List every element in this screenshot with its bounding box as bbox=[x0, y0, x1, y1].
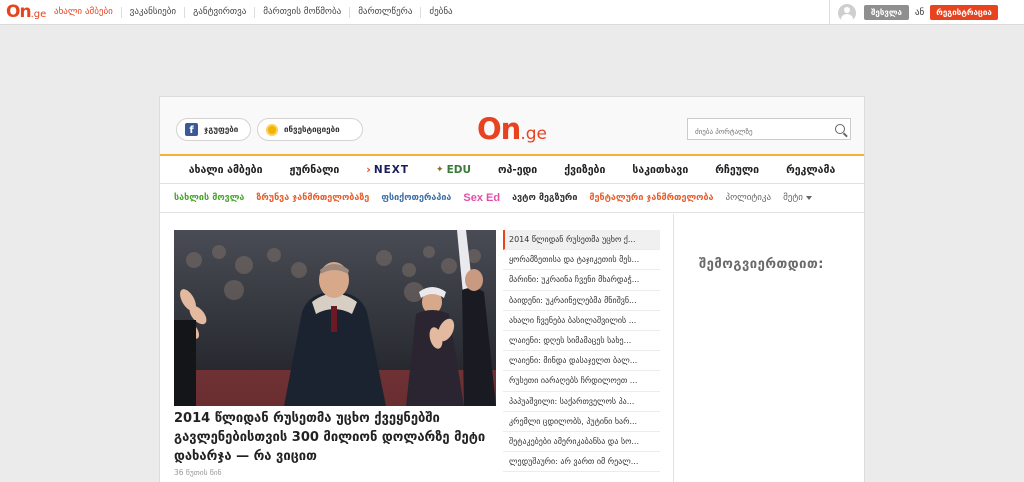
edu-icon: ✦ bbox=[436, 164, 444, 175]
sub-nav-health[interactable]: ზრუნვა ჯანმრთელობაზე bbox=[256, 193, 369, 203]
coin-icon bbox=[266, 123, 278, 136]
top-nav-jobs[interactable]: ვაკანსიები bbox=[122, 7, 186, 18]
facebook-groups-button[interactable]: f ჯგუფები bbox=[176, 118, 251, 141]
news-list-item[interactable]: შეტაკებები ამერიკაბანსა და სო... bbox=[503, 432, 660, 453]
news-list-item[interactable]: მარინი: უკრაინა ჩვენი მხარდაჭ... bbox=[503, 270, 660, 291]
main-nav-news[interactable]: ახალი ამბები bbox=[189, 164, 263, 176]
investments-button[interactable]: ინვესტიციები bbox=[257, 118, 363, 141]
main-nav-next[interactable]: › NEXT bbox=[366, 163, 409, 176]
investments-label: ინვესტიციები bbox=[284, 125, 340, 134]
main-nav-ads[interactable]: რეკლამა bbox=[786, 164, 835, 176]
sub-nav-sex-ed[interactable]: Sex Ed bbox=[463, 192, 500, 204]
featured-timestamp: 36 წუთის წინ bbox=[174, 468, 222, 477]
featured-photo[interactable] bbox=[174, 230, 496, 406]
column-divider bbox=[673, 214, 674, 482]
chevron-right-icon: › bbox=[366, 163, 371, 176]
top-bar: On.ge ახალი ამბები ვაკანსიები განტვირთვა… bbox=[0, 0, 1024, 25]
follow-us-title: შემოგვიერთდით: bbox=[699, 257, 824, 272]
news-list: 2014 წლიდან რუსეთმა უცხო ქ... ყორამზეთის… bbox=[503, 230, 660, 473]
news-list-item[interactable]: ბაიდენი: უკრაინელებმა მნიშვნ... bbox=[503, 291, 660, 311]
search-icon[interactable] bbox=[835, 124, 845, 134]
sub-nav-politics[interactable]: პოლიტიკა bbox=[726, 193, 772, 203]
main-nav-edu[interactable]: ✦ EDU bbox=[436, 164, 471, 176]
search-input[interactable] bbox=[688, 122, 823, 142]
top-nav-license[interactable]: მართვის მოწმობა bbox=[255, 7, 351, 18]
featured-photo-image bbox=[174, 230, 496, 406]
site-header: f ჯგუფები ინვესტიციები On.ge bbox=[160, 97, 864, 154]
top-nav-unload[interactable]: განტვირთვა bbox=[185, 7, 256, 18]
featured-headline[interactable]: 2014 წლიდან რუსეთმა უცხო ქვეყნებში გავლე… bbox=[174, 409, 496, 466]
news-list-item[interactable]: ლაიენი: დღეს სიმამაცეს სახე... bbox=[503, 331, 660, 352]
news-list-item[interactable]: პაპუაშვილი: საქართველოს პა... bbox=[503, 392, 660, 412]
or-text: ან bbox=[914, 7, 925, 18]
main-card: f ჯგუფები ინვესტიციები On.ge ახალი ამბებ… bbox=[159, 96, 865, 482]
news-list-item[interactable]: 2014 წლიდან რუსეთმა უცხო ქ... bbox=[503, 230, 660, 251]
top-nav-news[interactable]: ახალი ამბები bbox=[46, 7, 122, 18]
main-nav-quizzes[interactable]: ქვიზები bbox=[564, 164, 605, 176]
login-button[interactable]: შესვლა bbox=[864, 5, 909, 20]
top-logo[interactable]: On.ge bbox=[6, 2, 46, 22]
sub-nav: სახლის მოვლა ზრუნვა ჯანმრთელობაზე ფსიქოთ… bbox=[160, 184, 864, 213]
user-area: შესვლა ან რეგისტრაცია bbox=[829, 0, 1024, 25]
facebook-icon: f bbox=[185, 123, 198, 136]
main-logo[interactable]: On.ge bbox=[477, 112, 547, 146]
chevron-down-icon bbox=[805, 195, 812, 200]
news-list-item[interactable]: ყორამზეთისა და ტაჯიკეთის მეს... bbox=[503, 250, 660, 271]
sub-nav-home-care[interactable]: სახლის მოვლა bbox=[174, 193, 244, 203]
news-list-item[interactable]: რუსეთი იარაღებს ჩრდილოეთ ... bbox=[503, 371, 660, 392]
register-button[interactable]: რეგისტრაცია bbox=[930, 5, 998, 20]
top-nav-search[interactable]: ძებნა bbox=[421, 7, 460, 18]
main-nav-oped[interactable]: ოპ-ედი bbox=[498, 164, 537, 176]
facebook-groups-label: ჯგუფები bbox=[204, 125, 239, 134]
top-nav-spelling[interactable]: მართლწერა bbox=[350, 7, 422, 18]
sub-nav-mental-health[interactable]: მენტალური ჯანმრთელობა bbox=[589, 193, 713, 203]
main-nav-picked[interactable]: რჩეული bbox=[715, 164, 759, 176]
news-list-item[interactable]: ლაიენი: მინდა დასაჯელთ ბალ... bbox=[503, 351, 660, 372]
news-list-item[interactable]: ახალი ჩვენება ბასილაშვილის ... bbox=[503, 311, 660, 331]
sub-nav-auto[interactable]: ავტო მეგზური bbox=[512, 193, 577, 203]
main-nav: ახალი ამბები ჟურნალი › NEXT ✦ EDU ოპ-ედი… bbox=[160, 154, 864, 184]
news-list-item[interactable]: ლედუშაური: არ ვართ იმ რეალ... bbox=[503, 452, 660, 473]
main-nav-reading[interactable]: საკითხავი bbox=[632, 164, 688, 176]
news-list-item[interactable]: კრემლი ცდილობს, პუტინი ხარ... bbox=[503, 412, 660, 432]
top-nav: ახალი ამბები ვაკანსიები განტვირთვა მართვ… bbox=[46, 0, 461, 25]
sub-nav-psychotherapy[interactable]: ფსიქოთერაპია bbox=[381, 193, 451, 203]
user-avatar-icon[interactable] bbox=[838, 3, 856, 22]
sub-nav-more[interactable]: მეტი bbox=[783, 193, 812, 203]
main-nav-magazine[interactable]: ჟურნალი bbox=[290, 164, 340, 176]
search-box bbox=[687, 118, 851, 142]
